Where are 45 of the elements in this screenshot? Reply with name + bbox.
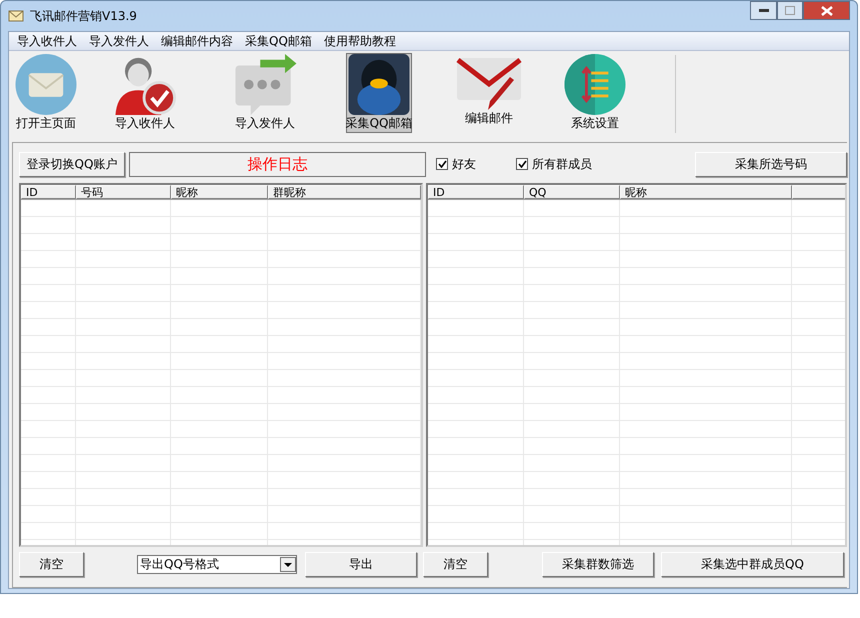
blank-column-header <box>792 185 845 199</box>
menu-item[interactable]: 导入收件人 <box>11 32 83 50</box>
maximize-button[interactable] <box>777 1 803 20</box>
list-settings-icon <box>563 54 627 115</box>
column-header[interactable]: ID <box>21 185 76 199</box>
envelope-icon <box>8 9 24 23</box>
menu-item[interactable]: 使用帮助教程 <box>318 32 402 50</box>
collect-selected-button[interactable]: 采集所选号码 <box>695 152 847 176</box>
collect-members-button[interactable]: 采集选中群成员QQ <box>661 552 844 576</box>
menu-item[interactable]: 采集QQ邮箱 <box>239 32 318 50</box>
checkbox-label: 好友 <box>452 156 476 172</box>
clear-button[interactable]: 清空 <box>19 552 84 576</box>
column-header[interactable]: 昵称 <box>620 185 792 199</box>
toolbar-button[interactable]: 采集QQ邮箱 <box>346 53 412 133</box>
column-header[interactable]: 号码 <box>76 185 171 199</box>
toolbar-button[interactable]: 导入发件人 <box>230 53 300 133</box>
window-title: 飞讯邮件营销V13.9 <box>30 8 137 24</box>
checkbox[interactable] <box>436 158 448 170</box>
minimize-icon <box>758 8 768 12</box>
envelope-icon <box>14 54 78 115</box>
checkbox[interactable] <box>516 158 528 170</box>
toolbar-button[interactable]: 系统设置 <box>560 53 630 133</box>
close-button[interactable] <box>803 1 850 20</box>
toolbar-button[interactable]: 编辑邮件 <box>454 53 524 133</box>
column-header[interactable]: 昵称 <box>171 185 268 199</box>
format-select[interactable]: 导出QQ号格式 <box>137 554 297 574</box>
export-button[interactable]: 导出 <box>305 552 417 576</box>
members-table[interactable]: ID QQ 昵称 <box>426 183 847 547</box>
checkbox-label: 所有群成员 <box>532 156 592 172</box>
menu-item[interactable]: 导入发件人 <box>83 32 155 50</box>
clear-button[interactable]: 清空 <box>423 552 488 576</box>
column-header[interactable]: 群昵称 <box>268 185 421 199</box>
log-title: 操作日志 <box>129 152 426 176</box>
contacts-table[interactable]: ID 号码 昵称 群昵称 <box>19 183 424 547</box>
filter-button[interactable]: 采集群数筛选 <box>542 552 654 576</box>
column-header[interactable]: QQ <box>524 185 620 199</box>
minimize-button[interactable] <box>750 1 777 20</box>
column-header[interactable]: ID <box>428 185 524 199</box>
close-icon <box>820 6 832 16</box>
maximize-icon <box>785 6 795 15</box>
menu-item[interactable]: 编辑邮件内容 <box>155 32 239 50</box>
login-button[interactable]: 登录切换QQ账户 <box>19 152 125 176</box>
toolbar-button[interactable]: 导入收件人 <box>110 53 180 133</box>
toolbar-button[interactable]: 打开主页面 <box>11 53 81 133</box>
penguin-icon <box>348 54 410 115</box>
